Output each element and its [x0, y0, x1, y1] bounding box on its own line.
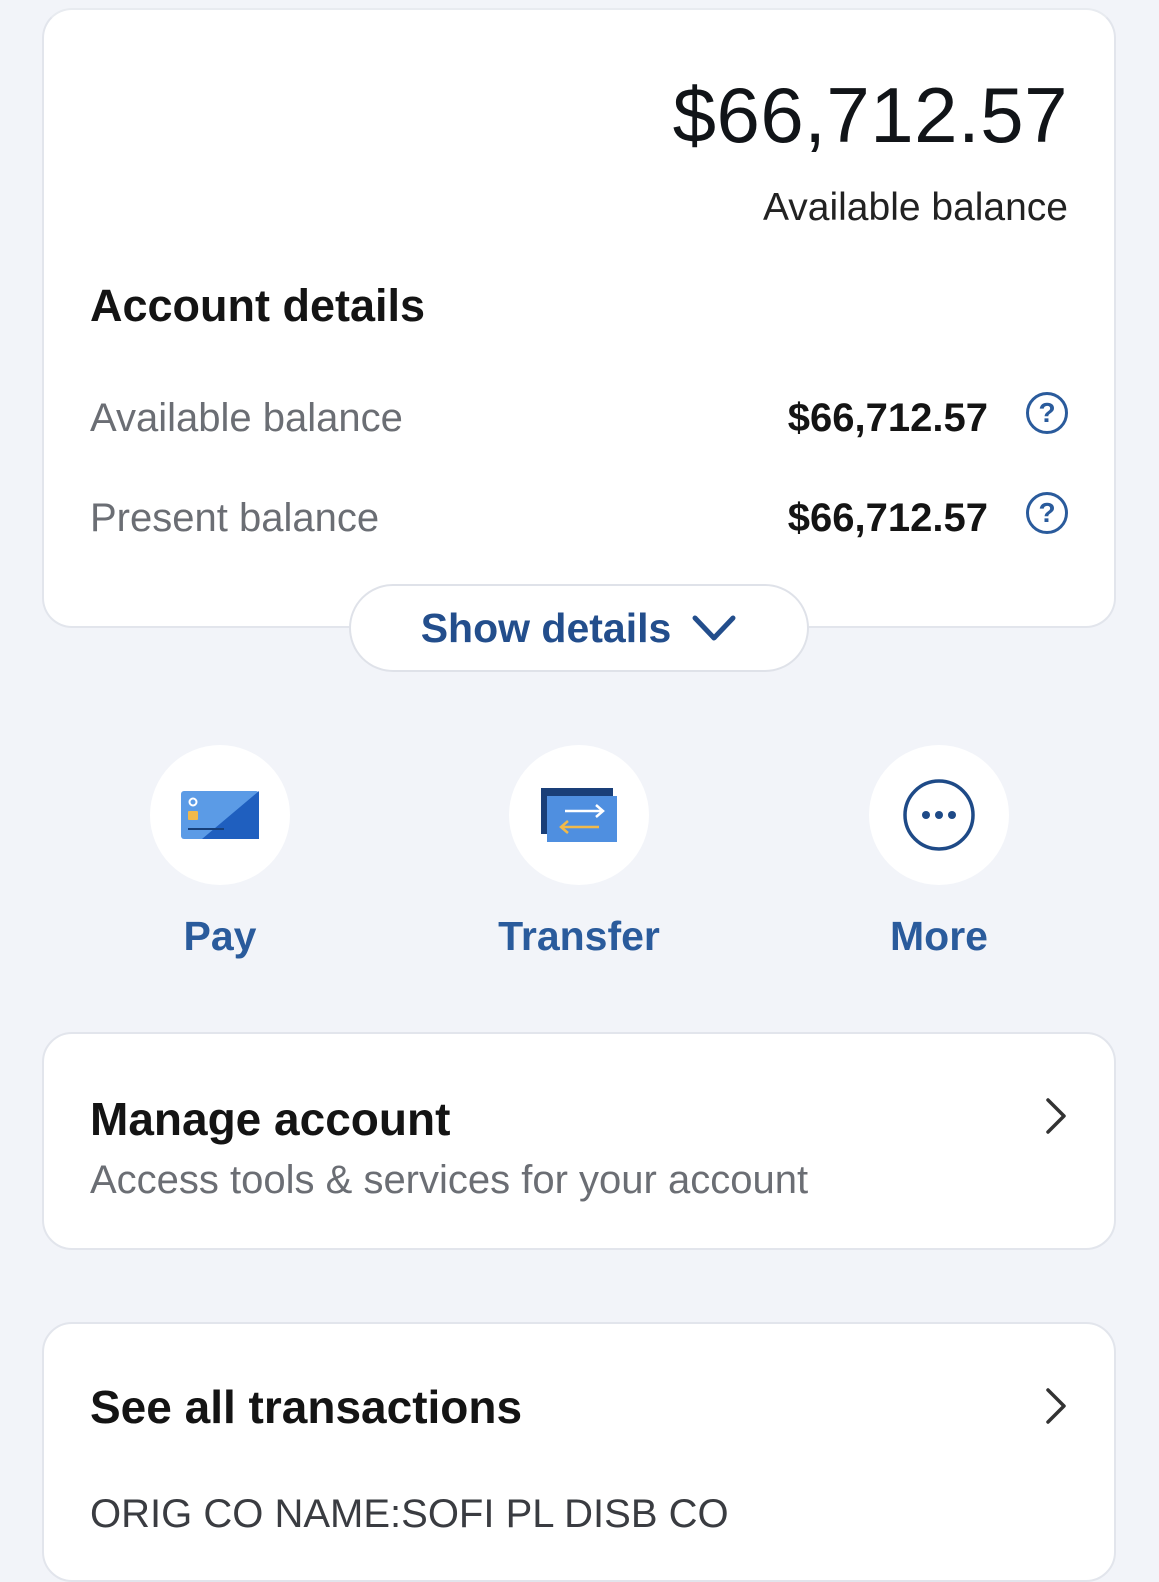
balance-card: $66,712.57 Available balance Account det… — [42, 8, 1116, 628]
show-details-label: Show details — [420, 604, 672, 651]
available-balance-row: Available balance $66,712.57 ? — [90, 388, 1068, 448]
show-details-button[interactable]: Show details — [349, 584, 809, 672]
see-all-transactions-title: See all transactions — [90, 1381, 523, 1433]
transfer-icon — [541, 788, 617, 842]
row-value: $66,712.57 — [787, 396, 988, 440]
present-balance-row: Present balance $66,712.57 ? — [90, 488, 1068, 548]
available-balance-amount: $66,712.57 — [672, 71, 1068, 159]
manage-account-card[interactable]: Manage account Access tools & services f… — [42, 1032, 1116, 1250]
pay-action[interactable]: Pay — [150, 745, 290, 959]
chevron-right-icon — [1046, 1098, 1066, 1134]
pay-circle[interactable] — [150, 745, 290, 885]
available-balance-caption: Available balance — [762, 186, 1068, 229]
transfer-circle[interactable] — [509, 745, 649, 885]
account-details-title: Account details — [90, 280, 426, 331]
more-circle[interactable] — [869, 745, 1009, 885]
help-icon[interactable]: ? — [1026, 492, 1068, 534]
row-label: Present balance — [90, 496, 380, 540]
more-icon — [903, 779, 975, 851]
transfer-action[interactable]: Transfer — [498, 745, 660, 959]
more-action[interactable]: More — [869, 745, 1009, 959]
transactions-card[interactable]: See all transactions ORIG CO NAME:SOFI P… — [42, 1322, 1116, 1582]
transfer-label: Transfer — [498, 913, 660, 959]
help-icon[interactable]: ? — [1026, 392, 1068, 434]
more-label: More — [890, 913, 988, 959]
row-value: $66,712.57 — [787, 496, 988, 540]
transaction-item[interactable]: ORIG CO NAME:SOFI PL DISB CO — [90, 1492, 729, 1537]
row-label: Available balance — [90, 396, 403, 440]
manage-account-subtitle: Access tools & services for your account — [90, 1158, 809, 1202]
card-icon — [181, 791, 259, 839]
chevron-right-icon — [1046, 1388, 1066, 1424]
pay-label: Pay — [183, 913, 257, 959]
chevron-down-icon — [692, 615, 736, 641]
manage-account-title: Manage account — [90, 1093, 451, 1145]
